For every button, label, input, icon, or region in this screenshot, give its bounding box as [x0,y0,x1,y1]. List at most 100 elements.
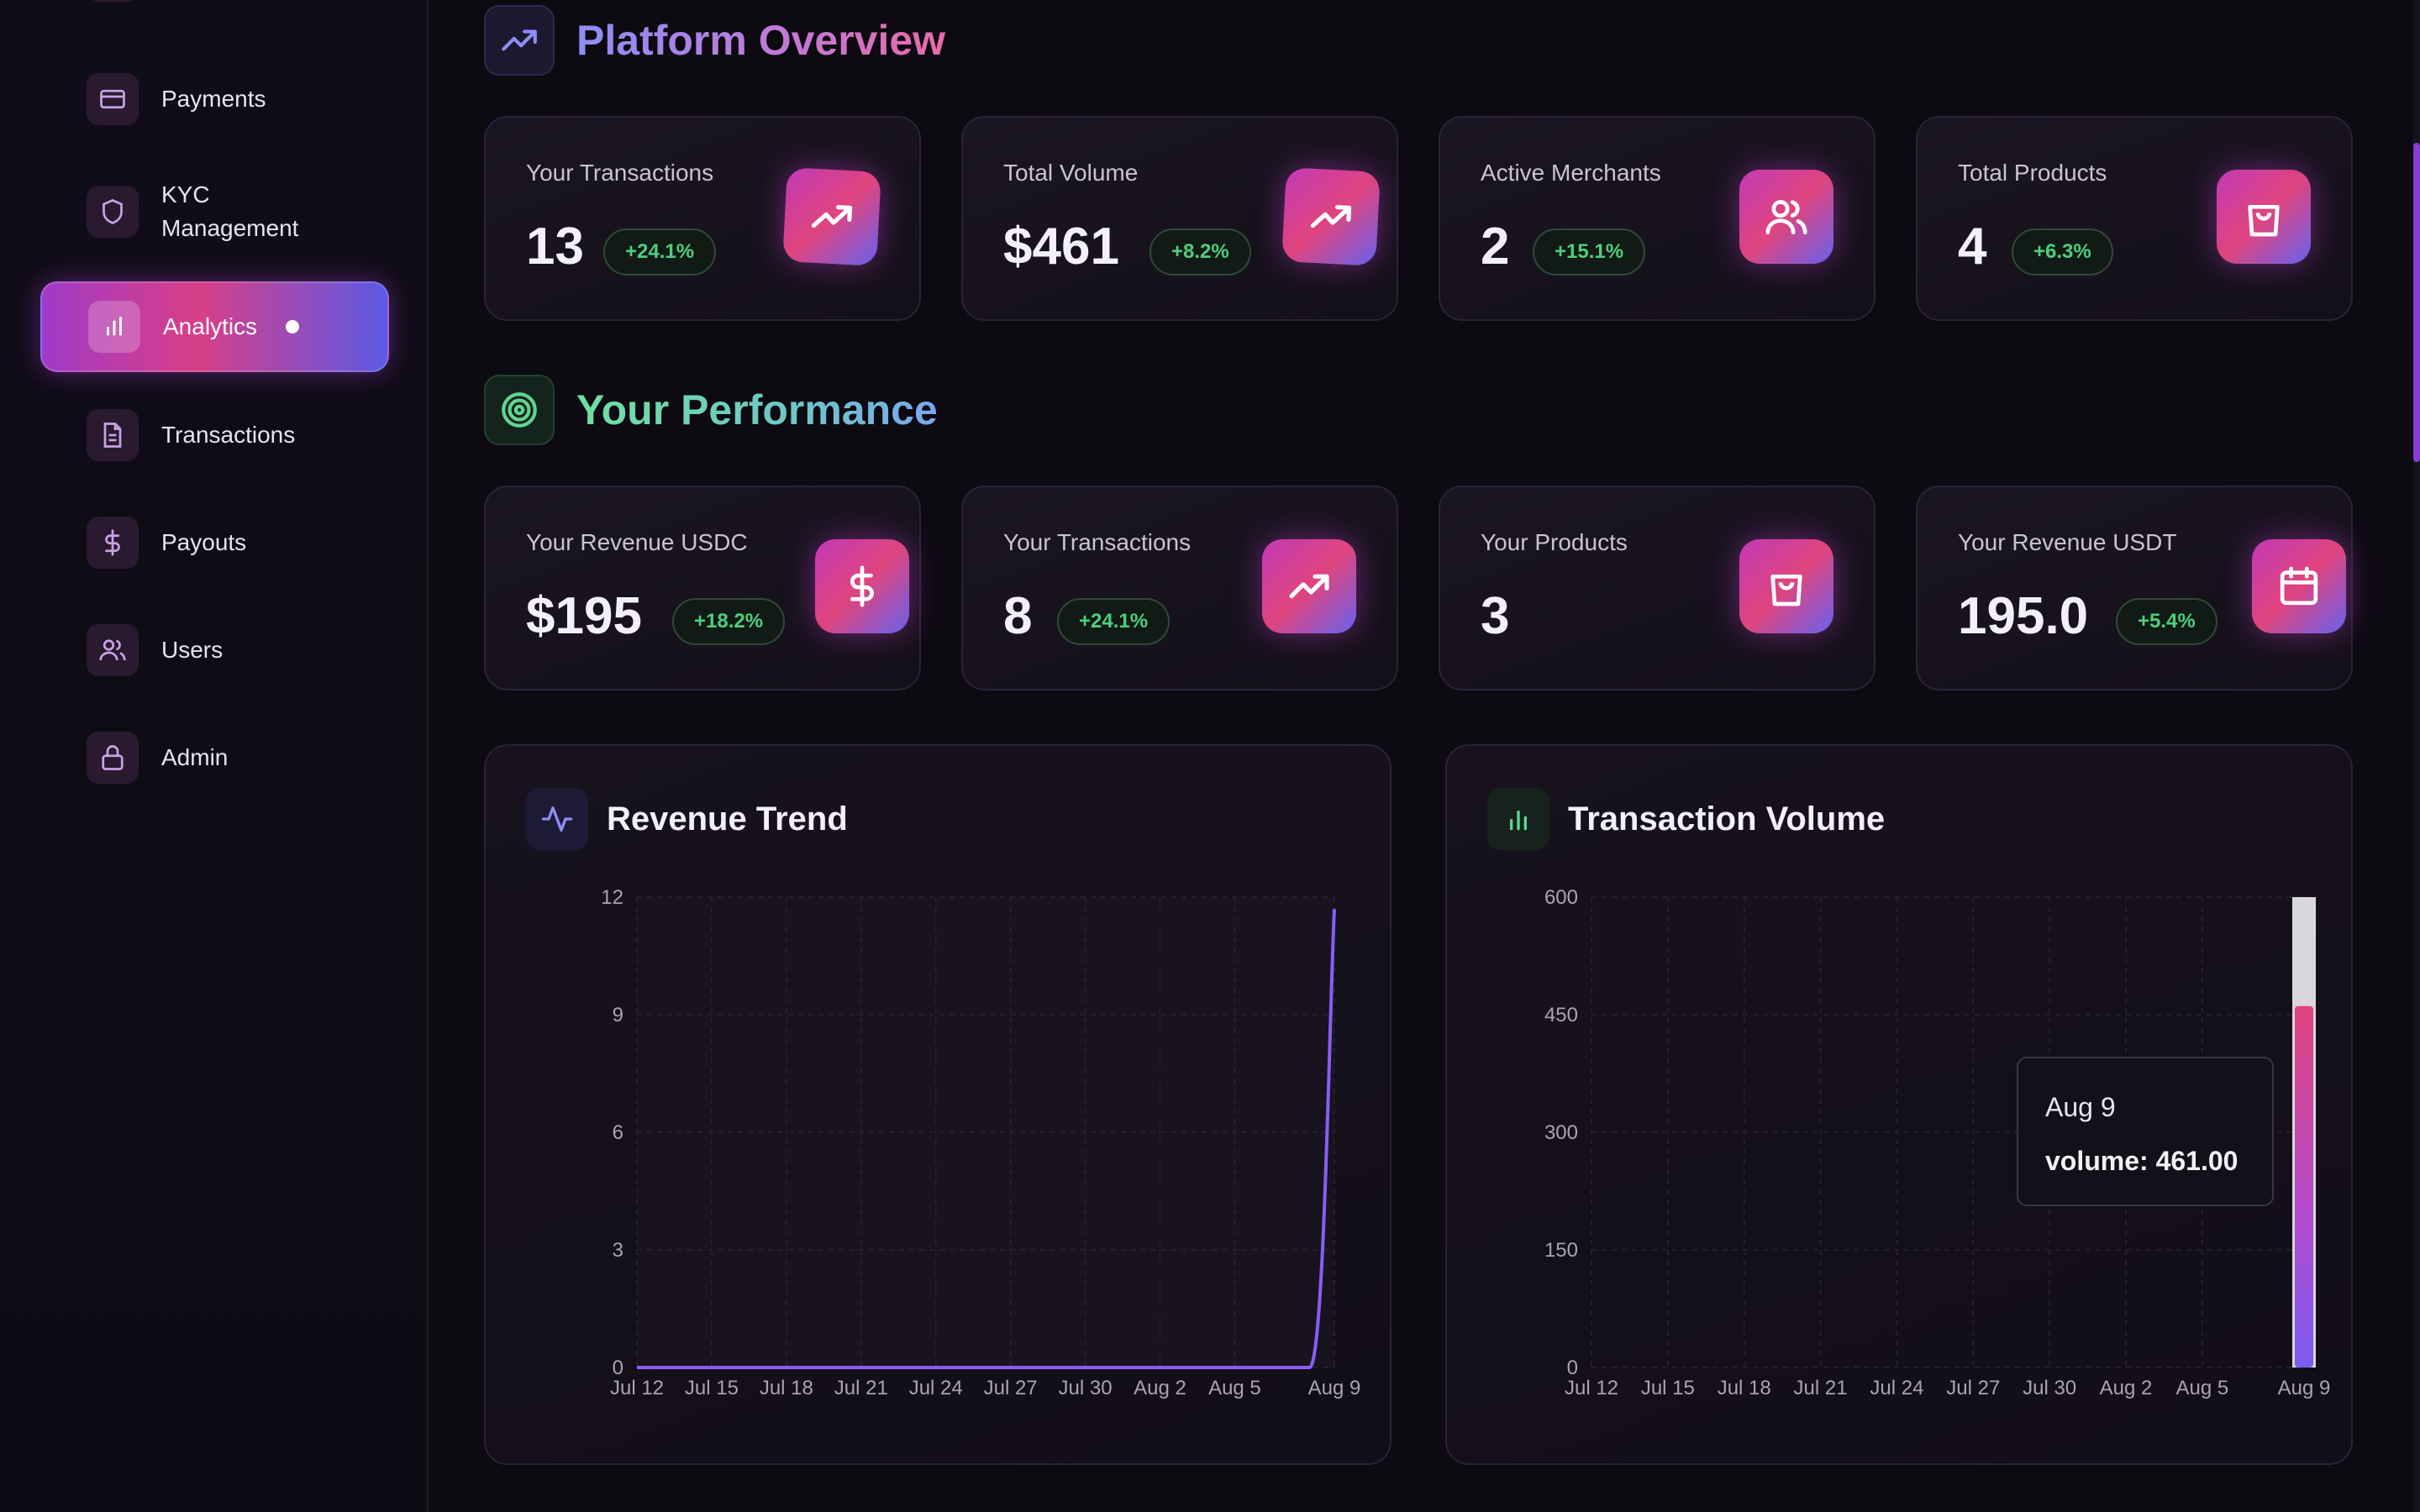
x-tick-label: Jul 12 [610,1377,664,1399]
dollar-icon [87,517,139,569]
x-tick-label: Aug 9 [1308,1377,1361,1399]
active-indicator-dot [286,320,299,333]
card-label: Total Products [1958,160,2107,186]
revenue-trend-chart[interactable]: 0 3 6 9 12 Jul 12 Jul 15 Jul 18 Jul 21 Jul 24 Jul … [486,746,1393,1467]
card-value: 3 [1481,587,1510,645]
x-tick-label: Jul 18 [760,1377,813,1399]
card-label: Your Transactions [526,160,714,186]
y-tick-label: 12 [601,886,623,909]
stat-card-total-volume: Total Volume $461 +8.2% [961,116,1398,321]
card-label: Your Revenue USDT [1958,529,2177,555]
x-tick-label: Jul 30 [1059,1377,1113,1399]
x-tick-label: Jul 21 [834,1377,888,1399]
card-label: Your Revenue USDC [526,529,748,555]
y-tick-label: 150 [1544,1239,1578,1262]
card-value: 2 [1481,218,1510,276]
tooltip-value: volume: 461.00 [2045,1146,2238,1176]
sidebar-item-label: Payouts [161,529,247,555]
x-tick-label: Aug 5 [1208,1377,1261,1399]
trending-up-icon [782,167,881,266]
platform-overview-header: Platform Overview [484,5,945,76]
shopping-bag-icon [2217,170,2311,264]
stat-card-your-products: Your Products 3 [1439,486,1876,690]
sidebar-item-label: Users [161,637,224,663]
shopping-bag-icon [1739,539,1833,633]
calendar-icon [2252,539,2346,633]
chart-tooltip: Aug 9 volume: 461.00 [2017,1057,2274,1206]
card-value: $461 [1003,218,1119,276]
card-value: $195 [526,587,642,645]
sidebar-item-transactions[interactable]: Transactions [40,390,389,480]
card-value: 195.0 [1958,587,2089,645]
stat-card-your-revenue-usdc: Your Revenue USDC $195 +18.2% [484,486,921,690]
x-tick-label: Jul 15 [685,1377,739,1399]
trending-up-icon [1281,167,1381,266]
change-badge: +8.2% [1150,228,1251,276]
sidebar-item-payments[interactable]: Payments [40,54,389,144]
app-root: Payments KYC Management Analytics Transa… [0,0,2420,1512]
x-tick-label: Jul 24 [1870,1377,1923,1399]
sidebar-item-label: Payments [161,86,266,112]
sidebar: Payments KYC Management Analytics Transa… [0,0,429,1512]
sidebar-item-kyc-management[interactable]: KYC Management [40,166,389,257]
credit-card-icon [87,73,139,125]
sidebar-item-users[interactable]: Users [40,605,389,696]
y-tick-label: 0 [1567,1357,1578,1379]
revenue-trend-card: Revenue Trend 0 3 6 9 12 Jul 12 Jul 15 Jul 18 Ju… [484,744,1392,1465]
x-tick-label: Aug 2 [2100,1377,2153,1399]
card-label: Your Transactions [1003,529,1192,555]
y-tick-label: 600 [1544,886,1578,909]
x-tick-label: Aug 2 [1134,1377,1186,1399]
section-title: Your Performance [576,386,938,433]
sidebar-item-partial[interactable] [40,0,389,17]
y-tick-label: 450 [1544,1004,1578,1026]
card-label: Your Products [1481,529,1628,555]
change-badge: +6.3% [2012,228,2113,276]
stat-card-your-revenue-usdt: Your Revenue USDT 195.0 +5.4% [1916,486,2353,690]
change-badge: +24.1% [1057,598,1171,645]
y-tick-label: 9 [613,1004,623,1026]
stat-card-your-transactions: Your Transactions 13 +24.1% [484,116,921,321]
bar-chart-icon [88,301,140,353]
trending-up-icon [1262,539,1356,633]
trending-up-icon [484,5,555,76]
card-value: 4 [1958,218,1987,276]
sidebar-item-analytics[interactable]: Analytics [40,281,389,372]
scrollbar-thumb[interactable] [2413,143,2420,462]
change-badge: +18.2% [672,598,786,645]
y-tick-label: 300 [1544,1121,1578,1144]
x-tick-label: Jul 18 [1718,1377,1771,1399]
x-tick-label: Jul 24 [909,1377,963,1399]
your-performance-header: Your Performance [484,375,938,445]
lock-icon [87,732,139,784]
card-label: Total Volume [1003,160,1139,186]
sidebar-item-label: Admin [161,744,229,770]
unknown-icon [87,0,139,2]
shield-icon [87,186,139,238]
sidebar-item-admin[interactable]: Admin [40,712,389,803]
x-tick-label: Jul 21 [1794,1377,1848,1399]
section-title: Platform Overview [576,17,946,64]
sidebar-item-payouts[interactable]: Payouts [40,497,389,588]
tooltip-date: Aug 9 [2045,1092,2116,1122]
y-tick-label: 6 [613,1121,623,1144]
x-tick-label: Jul 30 [2023,1377,2076,1399]
sidebar-item-label: Analytics [163,313,258,339]
users-icon [1739,170,1833,264]
stat-card-total-products: Total Products 4 +6.3% [1916,116,2353,321]
main-content: Platform Overview Your Transactions 13 +… [430,0,2420,1512]
sidebar-item-label: Transactions [161,422,296,448]
x-tick-label: Jul 15 [1641,1377,1695,1399]
x-tick-label: Aug 9 [2278,1377,2331,1399]
change-badge: +24.1% [603,228,717,276]
card-value: 13 [526,218,584,276]
card-value: 8 [1003,587,1033,645]
stat-card-active-merchants: Active Merchants 2 +15.1% [1439,116,1876,321]
x-tick-label: Jul 27 [1946,1377,2000,1399]
x-tick-label: Jul 27 [984,1377,1038,1399]
bar [2295,1005,2313,1368]
y-tick-label: 3 [613,1239,623,1262]
card-label: Active Merchants [1481,160,1661,186]
x-tick-label: Jul 12 [1565,1377,1618,1399]
y-tick-label: 0 [613,1357,623,1379]
